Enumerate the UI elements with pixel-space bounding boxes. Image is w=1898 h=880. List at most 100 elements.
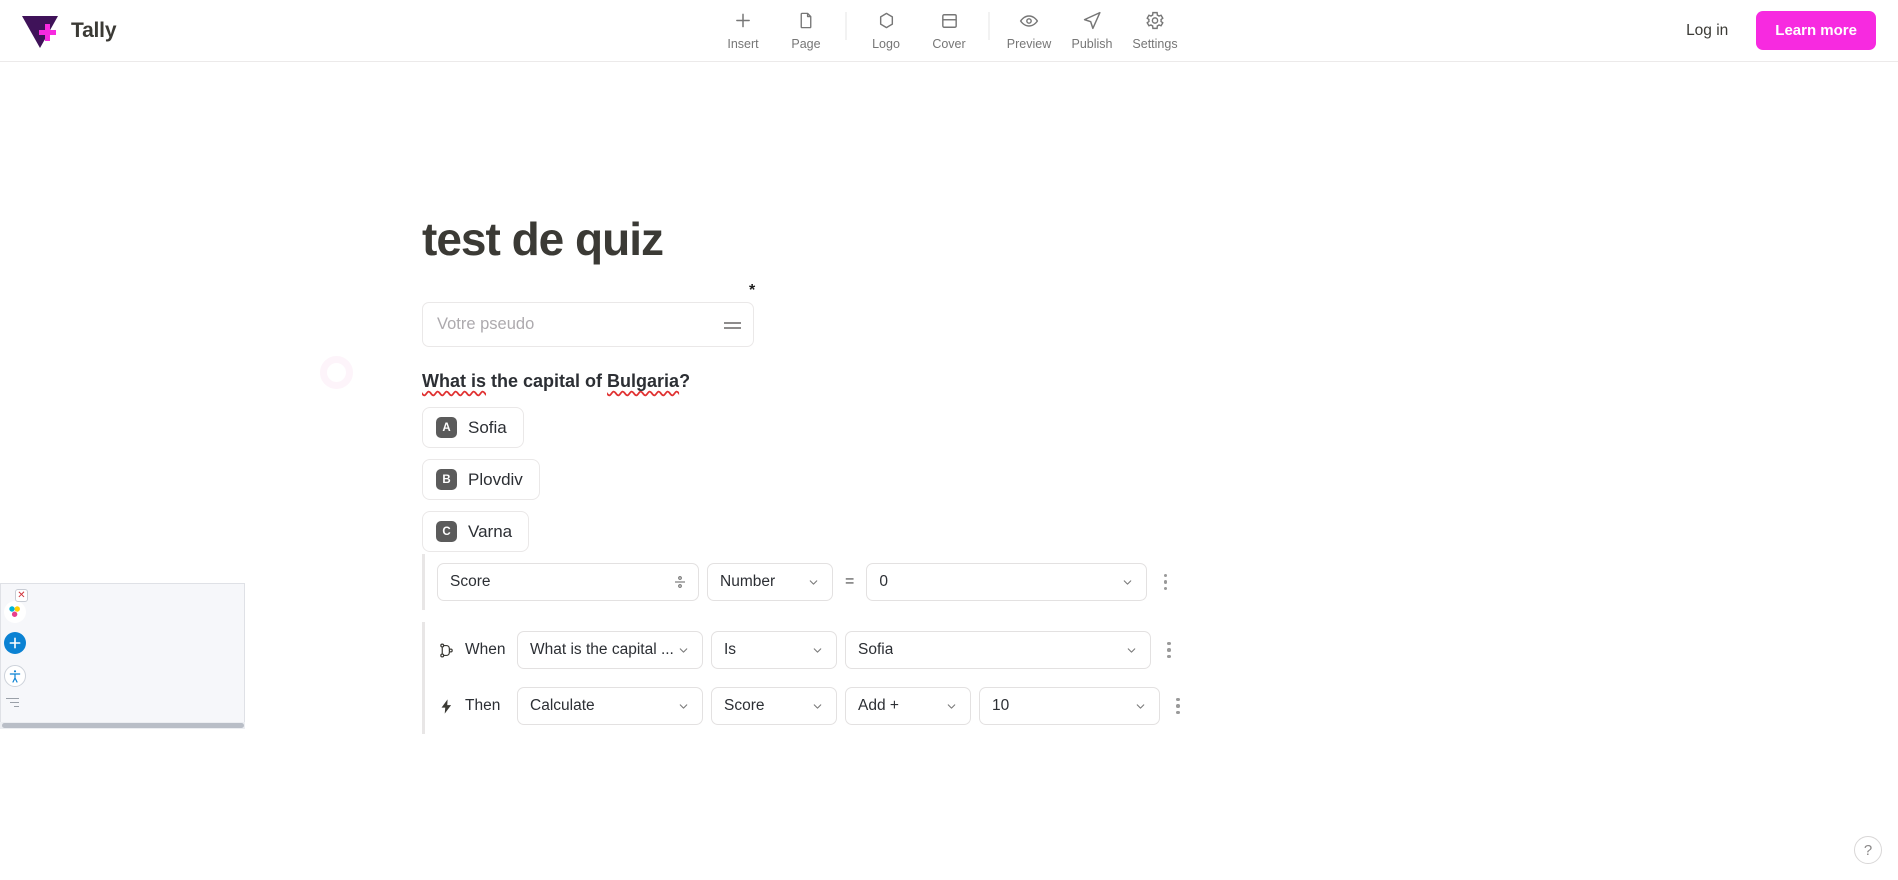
chevron-down-icon: [677, 644, 690, 657]
calculation-row-menu-button[interactable]: [1156, 573, 1174, 591]
lightning-bolt-icon: [437, 698, 455, 715]
then-label: Then: [465, 697, 501, 714]
form-canvas: test de quiz * Votre pseudo What is the …: [0, 62, 1898, 880]
tally-logo-icon: [22, 14, 58, 48]
answer-option-a[interactable]: A Sofia: [422, 407, 524, 448]
when-row: When What is the capital ... Is Sofia: [422, 622, 1187, 678]
chevron-down-icon: [945, 700, 958, 713]
equals-sign: =: [845, 573, 855, 590]
cover-rectangle-icon: [939, 9, 959, 33]
calculation-value: 0: [879, 573, 888, 590]
horizontal-scrollbar-thumb[interactable]: [2, 723, 244, 728]
send-paper-plane-icon: [1082, 9, 1103, 33]
then-operation-select[interactable]: Add +: [845, 687, 971, 725]
plus-icon: [733, 9, 754, 33]
overlay-widget-panel: [0, 583, 245, 728]
calculation-row: Score Number = 0: [422, 554, 1187, 610]
pseudo-field-wrapper: * Votre pseudo: [422, 282, 755, 347]
pseudo-input-field[interactable]: Votre pseudo: [422, 302, 754, 347]
option-label: Sofia: [468, 417, 507, 437]
when-field-select[interactable]: What is the capital ...: [517, 631, 703, 669]
option-row: A Sofia: [422, 407, 540, 459]
toolbar-item-preview[interactable]: Preview: [998, 0, 1061, 51]
question-part-3: Bulgaria: [607, 371, 680, 391]
then-operation-value: Add +: [858, 697, 899, 714]
toolbar-item-logo[interactable]: Logo: [855, 0, 918, 51]
when-answer-select[interactable]: Sofia: [845, 631, 1151, 669]
chevron-down-icon: [811, 700, 824, 713]
toolbar-divider: [988, 11, 990, 40]
toolbar-item-page[interactable]: Page: [775, 0, 838, 51]
answer-option-c[interactable]: C Varna: [422, 511, 530, 552]
option-label: Varna: [468, 521, 513, 541]
help-button[interactable]: ?: [1854, 836, 1882, 864]
close-x-icon[interactable]: ✕: [15, 589, 28, 602]
then-action-select[interactable]: Calculate: [517, 687, 703, 725]
toolbar-item-label: Logo: [872, 36, 900, 51]
calculation-group: Score Number = 0: [422, 554, 1187, 610]
toolbar-item-label: Settings: [1132, 36, 1178, 51]
then-amount-value: 10: [992, 697, 1010, 714]
option-key-badge: C: [436, 521, 457, 542]
question-part-2: the capital of: [486, 371, 608, 391]
question-text[interactable]: What is the capital of Bulgaria?: [422, 371, 690, 392]
toolbar-item-label: Cover: [932, 36, 966, 51]
option-key-badge: B: [436, 469, 457, 490]
toolbar-item-cover[interactable]: Cover: [918, 0, 981, 51]
header-actions: Log in Learn more: [1686, 11, 1876, 50]
calculation-variable-input[interactable]: Score: [437, 563, 699, 601]
then-row-menu-button[interactable]: [1169, 697, 1187, 715]
branch-icon: [437, 642, 455, 659]
accessibility-icon[interactable]: [4, 665, 26, 687]
add-circle-icon[interactable]: [4, 632, 26, 654]
chevron-down-icon: [1125, 644, 1138, 657]
answer-options-list: A Sofia B Plovdiv C Varna: [422, 407, 540, 563]
toolbar-item-publish[interactable]: Publish: [1061, 0, 1124, 51]
then-target-value: Score: [724, 697, 765, 714]
page-title[interactable]: test de quiz: [422, 212, 664, 266]
option-row: B Plovdiv: [422, 459, 540, 511]
resize-grip-icon[interactable]: [6, 698, 20, 712]
then-action-value: Calculate: [530, 697, 595, 714]
chevron-down-icon: [1134, 700, 1147, 713]
calculation-value-select[interactable]: 0: [866, 563, 1148, 601]
chevron-down-icon: [811, 644, 824, 657]
then-target-select[interactable]: Score: [711, 687, 837, 725]
color-wheel-icon[interactable]: [4, 601, 26, 623]
chevron-down-icon: [807, 576, 820, 589]
required-asterisk: *: [749, 282, 756, 299]
chevron-down-icon: [677, 700, 690, 713]
when-condition-value: Is: [724, 641, 737, 658]
login-link[interactable]: Log in: [1686, 22, 1728, 40]
then-row: Then Calculate Score Add + 10: [422, 678, 1187, 734]
learn-more-button[interactable]: Learn more: [1756, 11, 1876, 50]
answer-option-b[interactable]: B Plovdiv: [422, 459, 540, 500]
gear-icon: [1145, 9, 1166, 33]
pseudo-input-placeholder: Votre pseudo: [437, 315, 535, 333]
when-condition-select[interactable]: Is: [711, 631, 837, 669]
toolbar-item-label: Insert: [727, 36, 759, 51]
toolbar-items: Insert Page Logo Cover Preview Publish S…: [712, 0, 1187, 62]
fraction-icon: [674, 575, 686, 589]
when-answer-value: Sofia: [858, 641, 894, 658]
calculation-type-value: Number: [720, 573, 776, 590]
chevron-down-icon: [1121, 576, 1134, 589]
calculation-variable-value: Score: [450, 573, 491, 590]
when-row-menu-button[interactable]: [1160, 641, 1178, 659]
toolbar-item-label: Preview: [1006, 36, 1052, 51]
calculation-type-select[interactable]: Number: [707, 563, 833, 601]
question-part-4: ?: [679, 371, 691, 391]
toolbar-item-settings[interactable]: Settings: [1124, 0, 1187, 51]
question-part-1: What is: [422, 371, 487, 391]
block-hover-indicator: [320, 356, 353, 389]
drag-handle-icon[interactable]: [724, 320, 741, 330]
then-amount-select[interactable]: 10: [979, 687, 1160, 725]
option-label: Plovdiv: [468, 469, 523, 489]
when-label: When: [465, 641, 506, 658]
eye-icon: [1018, 9, 1041, 33]
top-toolbar: Tally Insert Page Logo Cover Preview Pub…: [0, 0, 1898, 62]
toolbar-item-insert[interactable]: Insert: [712, 0, 775, 51]
hexagon-logo-icon: [876, 9, 896, 33]
brand-logo-area[interactable]: Tally: [22, 14, 116, 48]
logic-block: Score Number = 0 When What is the capita…: [422, 554, 1187, 746]
